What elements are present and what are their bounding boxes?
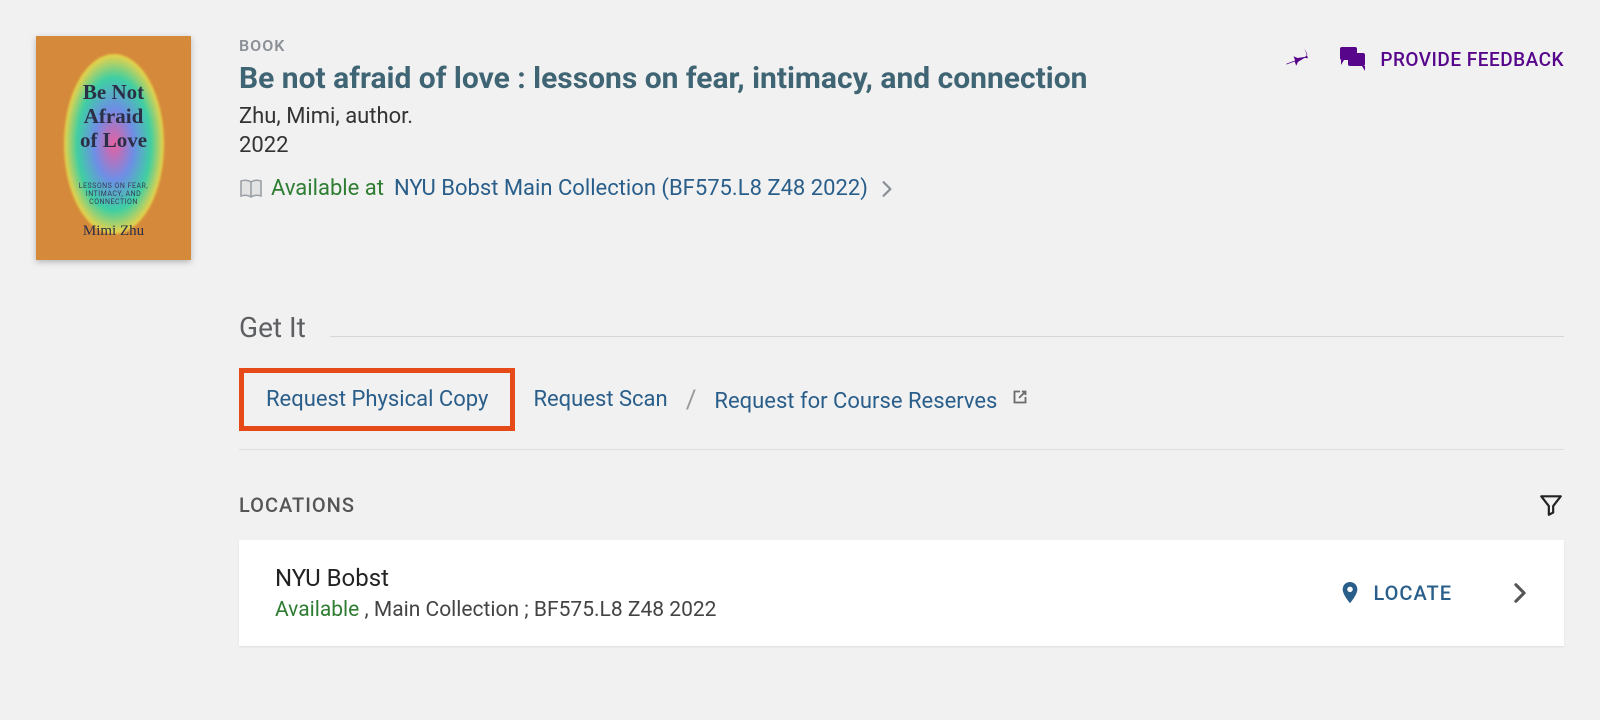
separator: / bbox=[686, 385, 697, 415]
locate-button[interactable]: LOCATE bbox=[1339, 580, 1452, 606]
request-scan-link[interactable]: Request Scan bbox=[533, 387, 667, 412]
request-course-reserves-link[interactable]: Request for Course Reserves bbox=[714, 386, 1030, 414]
resource-author: Zhu, Mimi, author. bbox=[239, 104, 1284, 129]
filter-icon[interactable] bbox=[1538, 492, 1564, 518]
cover-author: Mimi Zhu bbox=[36, 223, 191, 240]
location-card[interactable]: NYU Bobst Available , Main Collection ; … bbox=[239, 540, 1564, 646]
cover-subtitle: LESSONS ON FEAR, INTIMACY, AND CONNECTIO… bbox=[36, 182, 191, 206]
resource-year: 2022 bbox=[239, 133, 1284, 158]
request-physical-copy-button[interactable]: Request Physical Copy bbox=[239, 368, 515, 431]
locations-heading: LOCATIONS bbox=[239, 493, 355, 517]
resource-title: Be not afraid of love : lessons on fear,… bbox=[239, 61, 1284, 96]
locate-label: LOCATE bbox=[1373, 581, 1452, 605]
location-name: NYU Bobst bbox=[275, 564, 1339, 592]
external-link-icon bbox=[1009, 386, 1031, 408]
provide-feedback-button[interactable]: PROVIDE FEEDBACK bbox=[1338, 45, 1564, 73]
provide-feedback-label: PROVIDE FEEDBACK bbox=[1380, 48, 1564, 71]
section-divider bbox=[330, 336, 1564, 337]
availability-status: Available at bbox=[271, 176, 384, 201]
book-icon bbox=[239, 178, 263, 200]
book-cover: Be Not Afraid of Love LESSONS ON FEAR, I… bbox=[36, 36, 191, 260]
get-it-heading: Get It bbox=[239, 311, 306, 344]
cover-title: Be Not Afraid of Love bbox=[36, 80, 191, 152]
request-course-reserves-label: Request for Course Reserves bbox=[714, 389, 997, 414]
resource-type-label: BOOK bbox=[239, 36, 1284, 55]
chevron-right-icon[interactable] bbox=[880, 180, 894, 198]
chevron-right-icon[interactable] bbox=[1512, 582, 1528, 604]
location-detail: , Main Collection ; BF575.L8 Z48 2022 bbox=[359, 598, 716, 622]
map-pin-icon bbox=[1339, 580, 1361, 606]
feedback-icon bbox=[1338, 45, 1368, 73]
location-status: Available bbox=[275, 598, 359, 622]
pin-icon[interactable] bbox=[1284, 44, 1310, 74]
availability-location-link[interactable]: NYU Bobst Main Collection (BF575.L8 Z48 … bbox=[394, 176, 868, 201]
